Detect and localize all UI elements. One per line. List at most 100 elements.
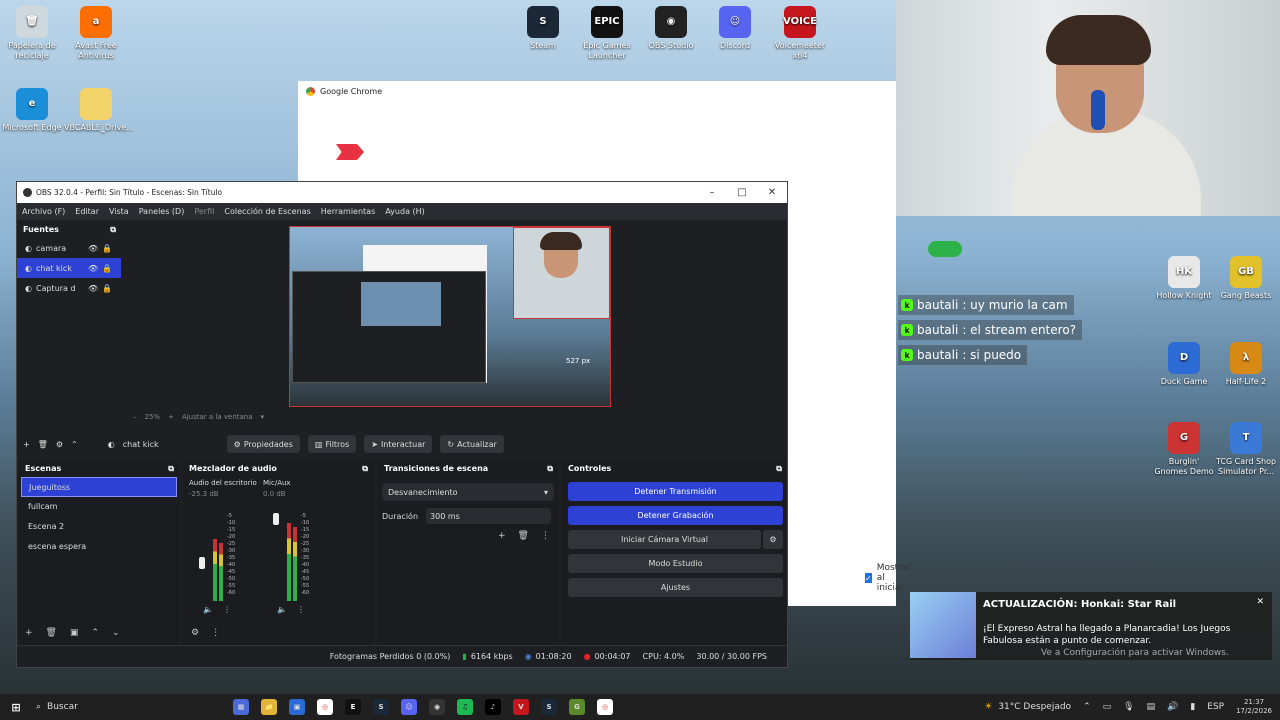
undock-icon[interactable]: ⧉	[362, 461, 368, 477]
obs-taskbar-icon[interactable]: ◉	[429, 699, 445, 715]
menu-item[interactable]: Perfil	[194, 207, 214, 216]
preview-canvas[interactable]: 527 px	[289, 226, 611, 407]
menu-item[interactable]: Editar	[75, 207, 99, 216]
spotify-taskbar-icon[interactable]: ♫	[457, 699, 473, 715]
settings-button[interactable]: Ajustes	[568, 578, 783, 597]
undock-icon[interactable]: ⧉	[547, 461, 553, 477]
undock-icon[interactable]: ⧉	[776, 461, 782, 477]
game-taskbar-icon[interactable]: G	[569, 699, 585, 715]
remove-transition-icon[interactable]: 🗑	[518, 531, 529, 541]
tiktok-taskbar-icon[interactable]: ♪	[485, 699, 501, 715]
notification-toast[interactable]: ACTUALIZACIÓN: Honkai: Star Rail ✕ ¡El E…	[910, 592, 1272, 660]
source-settings-icon[interactable]: ⚙	[56, 440, 63, 449]
add-scene-icon[interactable]: +	[25, 628, 33, 638]
menu-item[interactable]: Ayuda (H)	[385, 207, 425, 216]
tray-mic-icon[interactable]: 🎙	[1123, 702, 1134, 712]
gang-beasts-desktop-shortcut[interactable]: GB Gang Beasts	[1214, 256, 1278, 301]
mixer-settings-icon[interactable]: ⚙	[191, 628, 199, 638]
duck-game-desktop-shortcut[interactable]: D Duck Game	[1152, 342, 1216, 387]
volume-slider[interactable]	[273, 513, 279, 525]
chrome2-taskbar-icon[interactable]: ◎	[597, 699, 613, 715]
taskbar-search[interactable]: ⌕ Buscar	[36, 702, 221, 712]
toast-close-icon[interactable]: ✕	[1256, 597, 1264, 607]
store-icon[interactable]: ▣	[289, 699, 305, 715]
stop-recording-button[interactable]: Detener Grabación	[568, 506, 783, 525]
menu-item[interactable]: Herramientas	[321, 207, 376, 216]
eye-icon[interactable]: 👁	[88, 244, 98, 253]
steam-desktop-shortcut[interactable]: S Steam	[511, 6, 575, 51]
checkbox-icon[interactable]: ✓	[865, 573, 872, 583]
tray-battery-icon[interactable]: ▮	[1190, 702, 1195, 712]
steam-taskbar-icon[interactable]: S	[373, 699, 389, 715]
preview-area[interactable]: 527 px –25% + Ajustar a la ventana ▾	[121, 222, 777, 421]
scene-item[interactable]: fullcam	[21, 497, 177, 517]
preview-zoom-bar[interactable]: –25% + Ajustar a la ventana ▾	[133, 413, 264, 421]
task-view-icon[interactable]: ▦	[233, 699, 249, 715]
file-explorer-icon[interactable]: 📁	[261, 699, 277, 715]
windows-start-icon[interactable]: ⊞	[8, 699, 24, 715]
scene-filter-icon[interactable]: ▣	[70, 628, 79, 638]
discord-taskbar-icon[interactable]: ☺	[401, 699, 417, 715]
speaker-icon[interactable]: 🔈	[277, 605, 287, 614]
undock-icon[interactable]: ⧉	[110, 222, 116, 238]
voicemeeter-taskbar-icon[interactable]: V	[513, 699, 529, 715]
obs-desktop-shortcut[interactable]: ◉ OBS Studio	[639, 6, 703, 51]
add-source-icon[interactable]: +	[23, 440, 30, 449]
chrome-titlebar[interactable]: Google Chrome	[298, 81, 896, 101]
mixer-menu-icon[interactable]: ⋮	[211, 628, 220, 638]
eye-icon[interactable]: 👁	[88, 264, 98, 273]
speaker-icon[interactable]: 🔈	[203, 605, 213, 614]
remove-scene-icon[interactable]: 🗑	[46, 628, 57, 638]
obs-window[interactable]: OBS 32.0.4 - Perfil: Sin Título - Escena…	[16, 181, 788, 668]
scene-item[interactable]: Jueguitoss	[21, 477, 177, 497]
language-indicator[interactable]: ESP	[1207, 702, 1224, 712]
tray-chevron-icon[interactable]: ⌃	[1083, 702, 1091, 712]
steam2-taskbar-icon[interactable]: S	[541, 699, 557, 715]
edge-desktop-shortcut[interactable]: e Microsoft Edge	[0, 88, 64, 133]
source-item[interactable]: ◐ Captura d 👁 🔒	[17, 278, 121, 298]
channel-menu-icon[interactable]: ⋮	[223, 605, 231, 614]
scene-down-icon[interactable]: ⌄	[112, 628, 120, 638]
duration-input[interactable]: 300 ms	[426, 508, 552, 524]
show-on-start[interactable]: ✓ Mostrar al iniciar	[865, 563, 914, 593]
transition-select[interactable]: Desvanecimiento ▾	[382, 483, 554, 501]
eye-icon[interactable]: 👁	[88, 284, 98, 293]
minimize-icon[interactable]: –	[697, 187, 727, 198]
tray-volume-icon[interactable]: 🔊	[1167, 702, 1178, 712]
filters-button[interactable]: ▥ Filtros	[307, 435, 357, 453]
close-icon[interactable]: ✕	[757, 187, 787, 198]
source-up-icon[interactable]: ⌃	[71, 440, 78, 449]
folder-desktop-shortcut[interactable]: VBCABLE_Drive...	[64, 88, 134, 133]
refresh-button[interactable]: ↻ Actualizar	[440, 435, 504, 453]
scene-item[interactable]: escena espera	[21, 537, 177, 557]
scene-item[interactable]: Escena 2	[21, 517, 177, 537]
source-item[interactable]: ◐ camara 👁 🔒	[17, 238, 121, 258]
source-item[interactable]: ◐ chat kick 👁 🔒	[17, 258, 121, 278]
menu-item[interactable]: Paneles (D)	[139, 207, 185, 216]
add-transition-icon[interactable]: +	[498, 531, 506, 541]
remove-source-icon[interactable]: 🗑	[38, 440, 48, 449]
preview-fit[interactable]: Ajustar a la ventana	[182, 413, 253, 421]
epic-taskbar-icon[interactable]: E	[345, 699, 361, 715]
stop-stream-button[interactable]: Detener Transmisión	[568, 482, 783, 501]
channel-menu-icon[interactable]: ⋮	[297, 605, 305, 614]
half-life-desktop-shortcut[interactable]: λ Half-Life 2	[1214, 342, 1278, 387]
avast-desktop-shortcut[interactable]: a Avast Free Antivirus	[64, 6, 128, 61]
undock-icon[interactable]: ⧉	[168, 461, 174, 477]
volume-slider[interactable]	[199, 557, 205, 569]
lock-icon[interactable]: 🔒	[102, 284, 112, 293]
lock-icon[interactable]: 🔒	[102, 264, 112, 273]
discord-desktop-shortcut[interactable]: ☺ Discord	[703, 6, 767, 51]
obs-titlebar[interactable]: OBS 32.0.4 - Perfil: Sin Título - Escena…	[17, 182, 787, 203]
menu-item[interactable]: Archivo (F)	[22, 207, 65, 216]
clock[interactable]: 21:37 17/2/2026	[1236, 698, 1272, 716]
lock-icon[interactable]: 🔒	[102, 244, 112, 253]
maximize-icon[interactable]: □	[727, 187, 757, 198]
virtual-camera-button[interactable]: Iniciar Cámara Virtual	[568, 530, 761, 549]
voicemeeter-desktop-shortcut[interactable]: VOICE Voicemeeter x64	[768, 6, 832, 61]
epic-desktop-shortcut[interactable]: EPIC Epic Games Launcher	[575, 6, 639, 61]
interact-button[interactable]: ➤ Interactuar	[364, 435, 433, 453]
tray-usb-icon[interactable]: ▭	[1103, 702, 1112, 712]
transition-menu-icon[interactable]: ⋮	[541, 531, 550, 541]
weather[interactable]: ☀ 31°C Despejado	[984, 702, 1071, 712]
